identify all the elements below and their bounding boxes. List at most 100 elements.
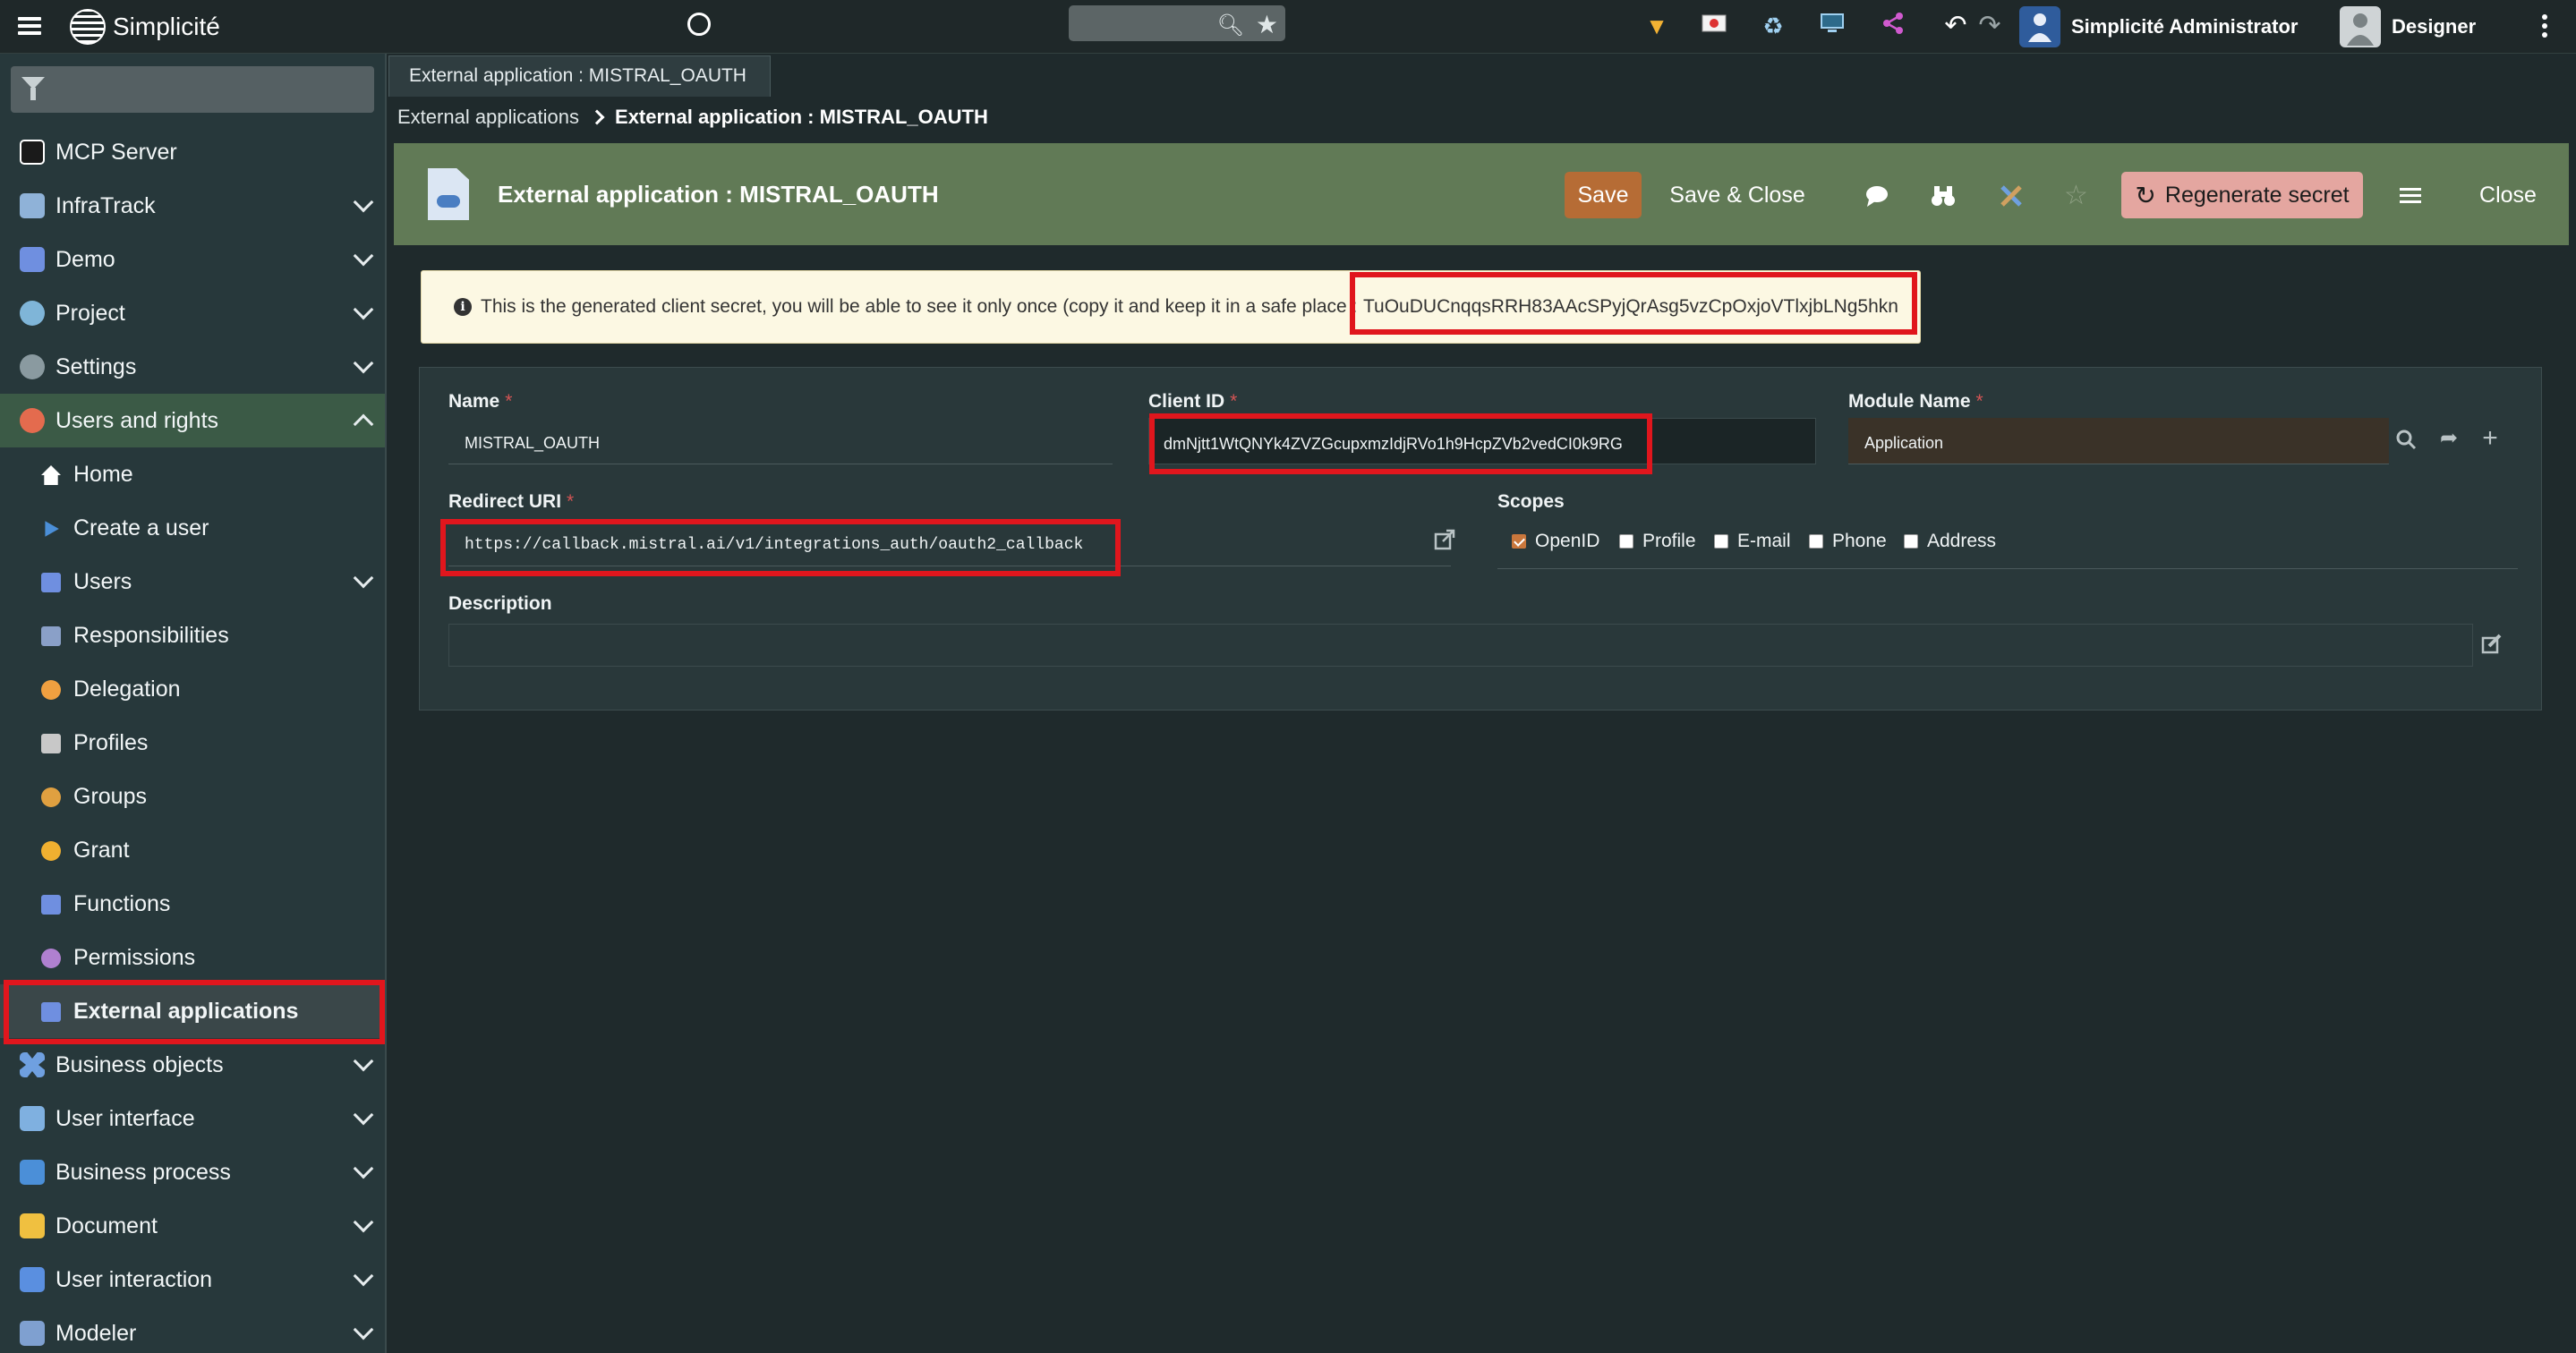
scope-phone[interactable]: Phone — [1809, 531, 1887, 552]
client-id-label: Client ID * — [1148, 391, 1238, 412]
sidebar-item-grant[interactable]: Grant — [0, 823, 385, 877]
chevron-down-icon[interactable] — [353, 567, 374, 589]
profile-checkbox[interactable] — [1619, 534, 1633, 549]
external-link-icon[interactable] — [1433, 529, 1456, 552]
sidebar-item-delegation[interactable]: Delegation — [0, 662, 385, 716]
hamburger-menu-icon[interactable] — [2397, 183, 2424, 209]
app-brand[interactable]: Simplicité — [70, 9, 220, 45]
plus-icon[interactable]: + — [2478, 425, 2502, 452]
chevron-up-icon[interactable] — [353, 413, 374, 435]
sidebar-item-label: Business objects — [55, 1051, 224, 1077]
sidebar-item-label: MCP Server — [55, 139, 177, 165]
search-icon[interactable] — [2394, 429, 2418, 452]
client-secret-value[interactable]: TuOuDUCnqqsRRH83AAcSPyjQrAsg5vzCpOxjoVTl… — [1363, 296, 1898, 318]
chevron-down-icon[interactable] — [353, 1158, 374, 1179]
sidebar-item-label: User interaction — [55, 1266, 213, 1292]
scope-openid[interactable]: OpenID — [1512, 531, 1599, 552]
sidebar-item-modeler[interactable]: Modeler — [0, 1306, 385, 1353]
star-icon[interactable]: ☆ — [2064, 183, 2091, 209]
star-icon[interactable]: ★ — [1256, 10, 1278, 39]
name-field[interactable]: MISTRAL_OAUTH — [448, 418, 1113, 464]
scope-label: Address — [1927, 531, 1997, 551]
undo-icon[interactable]: ↶ — [1941, 11, 1971, 41]
sidebar-item-users-and-rights[interactable]: Users and rights — [0, 394, 385, 447]
filter-icon[interactable]: ▼ — [1642, 11, 1672, 41]
scope-profile[interactable]: Profile — [1619, 531, 1696, 552]
recycle-icon[interactable]: ♻ — [1758, 11, 1788, 41]
scope-address[interactable]: Address — [1904, 531, 1996, 552]
binoculars-icon[interactable] — [1930, 183, 1957, 209]
comment-icon[interactable] — [1864, 183, 1890, 209]
close-button[interactable]: Close — [2465, 172, 2551, 218]
chevron-down-icon[interactable] — [353, 1104, 374, 1126]
top-bar: Simplicité 🔍︎ ★ ▼ ♻ ↶ ↷ Simplicité Admin… — [0, 0, 2576, 54]
sidebar-item-external-applications[interactable]: External applications — [0, 984, 385, 1038]
menu-icon[interactable] — [18, 14, 41, 38]
save-button[interactable]: Save — [1565, 172, 1642, 218]
openid-checkbox[interactable] — [1512, 534, 1526, 549]
monitor-icon[interactable] — [1817, 11, 1847, 41]
chevron-down-icon[interactable] — [353, 245, 374, 267]
search-icon[interactable]: 🔍︎ — [1217, 13, 1244, 38]
chevron-down-icon[interactable] — [353, 1319, 374, 1340]
sidebar-item-settings[interactable]: Settings — [0, 340, 385, 394]
chevron-down-icon[interactable] — [353, 1265, 374, 1287]
sidebar-item-groups[interactable]: Groups — [0, 770, 385, 823]
sidebar-item-user-interaction[interactable]: User interaction — [0, 1253, 385, 1306]
sidebar-item-mcp-server[interactable]: MCP Server — [0, 125, 385, 179]
chevron-down-icon[interactable] — [353, 1212, 374, 1233]
share-icon[interactable] — [1878, 11, 1908, 41]
search-input[interactable]: 🔍︎ ★ — [1069, 5, 1285, 41]
sidebar-item-project[interactable]: Project — [0, 286, 385, 340]
project-icon — [20, 301, 45, 326]
sidebar-item-functions[interactable]: Functions — [0, 877, 385, 931]
sidebar-filter-input[interactable] — [11, 66, 374, 113]
sidebar-item-demo[interactable]: Demo — [0, 233, 385, 286]
email-checkbox[interactable] — [1714, 534, 1728, 549]
user-menu[interactable]: Simplicité Administrator — [2019, 0, 2298, 54]
regenerate-secret-button[interactable]: ↻ Regenerate secret — [2121, 172, 2363, 218]
user-name: Simplicité Administrator — [2071, 15, 2299, 38]
sidebar-item-infratrack[interactable]: InfraTrack — [0, 179, 385, 233]
sidebar-item-profiles[interactable]: Profiles — [0, 716, 385, 770]
flag-icon[interactable] — [1699, 11, 1729, 41]
profile-icon — [41, 734, 61, 753]
share-arrow-icon[interactable]: ➦ — [2437, 427, 2461, 450]
sidebar-item-create-user[interactable]: Create a user — [0, 501, 385, 555]
edit-icon[interactable] — [2480, 633, 2503, 656]
sidebar-item-permissions[interactable]: Permissions — [0, 931, 385, 984]
description-field[interactable] — [448, 624, 2473, 667]
client-id-field[interactable]: dmNjtt1WtQNYk4ZVZGcupxmzIdjRVo1h9HcpZVb2… — [1148, 418, 1816, 464]
redirect-uri-field[interactable]: https://callback.mistral.ai/v1/integrati… — [448, 520, 1451, 566]
sidebar-item-home[interactable]: Home — [0, 447, 385, 501]
phone-checkbox[interactable] — [1809, 534, 1823, 549]
modeler-icon — [20, 1321, 45, 1346]
sidebar-item-label: Modeler — [55, 1320, 137, 1346]
tools-icon[interactable] — [1998, 183, 2025, 209]
chevron-down-icon[interactable] — [353, 191, 374, 213]
scope-label: Phone — [1832, 531, 1887, 551]
cloud-document-icon — [428, 168, 469, 220]
more-options-icon[interactable] — [2542, 11, 2549, 41]
sidebar-item-responsibilities[interactable]: Responsibilities — [0, 608, 385, 662]
chevron-down-icon[interactable] — [353, 353, 374, 374]
sidebar-item-user-interface[interactable]: User interface — [0, 1092, 385, 1145]
chevron-down-icon[interactable] — [353, 299, 374, 320]
scope-email[interactable]: E-mail — [1714, 531, 1791, 552]
sidebar-item-document[interactable]: Document — [0, 1199, 385, 1253]
scope-label: OpenID — [1535, 531, 1600, 551]
sidebar-item-business-process[interactable]: Business process — [0, 1145, 385, 1199]
role-menu[interactable]: Designer — [2340, 0, 2476, 54]
chevron-down-icon[interactable] — [353, 1051, 374, 1072]
address-checkbox[interactable] — [1904, 534, 1918, 549]
save-close-button[interactable]: Save & Close — [1661, 172, 1813, 218]
tab-external-application[interactable]: External application : MISTRAL_OAUTH — [388, 55, 771, 97]
redo-icon[interactable]: ↷ — [1975, 11, 2005, 41]
secret-info-message: i This is the generated client secret, y… — [421, 270, 1921, 344]
module-name-field[interactable]: Application — [1848, 418, 2389, 464]
gear-icon — [20, 354, 45, 379]
sidebar-item-business-objects[interactable]: Business objects — [0, 1038, 385, 1092]
sidebar-item-users[interactable]: Users — [0, 555, 385, 608]
breadcrumb-parent[interactable]: External applications — [397, 106, 579, 129]
status-circle-icon — [687, 13, 711, 36]
